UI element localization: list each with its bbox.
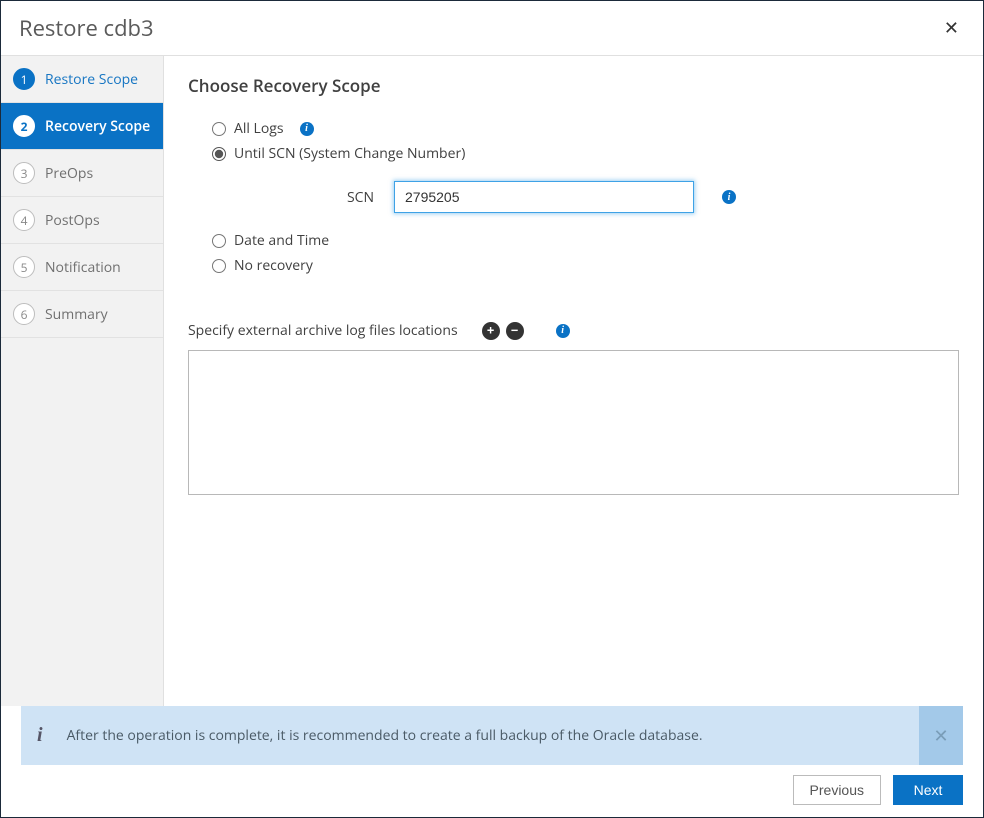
- close-icon[interactable]: ✕: [938, 17, 965, 39]
- wizard-sidebar: 1 Restore Scope 2 Recovery Scope 3 PreOp…: [1, 56, 164, 706]
- option-label-until-scn: Until SCN (System Change Number): [234, 144, 465, 163]
- step-label: Notification: [45, 258, 121, 277]
- radio-all-logs[interactable]: [212, 122, 226, 136]
- step-postops[interactable]: 4 PostOps: [1, 197, 163, 244]
- recovery-options: All Logs i Until SCN (System Change Numb…: [188, 119, 959, 281]
- step-label: Restore Scope: [45, 70, 138, 89]
- scn-input[interactable]: [394, 181, 694, 213]
- step-recovery-scope[interactable]: 2 Recovery Scope: [1, 103, 163, 150]
- step-number: 2: [13, 115, 35, 137]
- scn-label: SCN: [334, 188, 374, 207]
- option-label-no-recovery: No recovery: [234, 256, 313, 275]
- window-title: Restore cdb3: [19, 13, 154, 43]
- info-icon[interactable]: i: [556, 324, 570, 338]
- step-number: 6: [13, 303, 35, 325]
- step-label: PostOps: [45, 211, 100, 230]
- step-notification[interactable]: 5 Notification: [1, 244, 163, 291]
- step-summary[interactable]: 6 Summary: [1, 291, 163, 338]
- step-restore-scope[interactable]: 1 Restore Scope: [1, 56, 163, 103]
- titlebar: Restore cdb3 ✕: [1, 1, 983, 56]
- option-label-date-time: Date and Time: [234, 231, 329, 250]
- previous-button[interactable]: Previous: [793, 775, 881, 805]
- next-button[interactable]: Next: [893, 775, 963, 805]
- main-content: Choose Recovery Scope All Logs i Until S…: [164, 56, 983, 706]
- page-title: Choose Recovery Scope: [188, 74, 959, 97]
- option-label-all-logs: All Logs: [234, 119, 284, 138]
- info-icon[interactable]: i: [722, 190, 736, 204]
- info-icon[interactable]: i: [300, 122, 314, 136]
- external-archive-label: Specify external archive log files locat…: [188, 321, 458, 340]
- radio-until-scn[interactable]: [212, 147, 226, 161]
- step-number: 5: [13, 256, 35, 278]
- radio-date-time[interactable]: [212, 234, 226, 248]
- step-label: Summary: [45, 305, 108, 324]
- step-number: 4: [13, 209, 35, 231]
- step-label: Recovery Scope: [45, 117, 150, 136]
- step-number: 1: [13, 68, 35, 90]
- banner-close-icon[interactable]: ✕: [919, 706, 963, 765]
- step-preops[interactable]: 3 PreOps: [1, 150, 163, 197]
- step-label: PreOps: [45, 164, 93, 183]
- remove-location-icon[interactable]: −: [506, 322, 524, 340]
- step-number: 3: [13, 162, 35, 184]
- archive-locations-list[interactable]: [188, 350, 959, 495]
- info-banner: i After the operation is complete, it is…: [21, 706, 963, 765]
- wizard-buttons: Previous Next: [1, 775, 983, 817]
- add-location-icon[interactable]: +: [482, 322, 500, 340]
- info-banner-icon: i: [37, 724, 43, 747]
- radio-no-recovery[interactable]: [212, 259, 226, 273]
- info-banner-text: After the operation is complete, it is r…: [67, 726, 703, 745]
